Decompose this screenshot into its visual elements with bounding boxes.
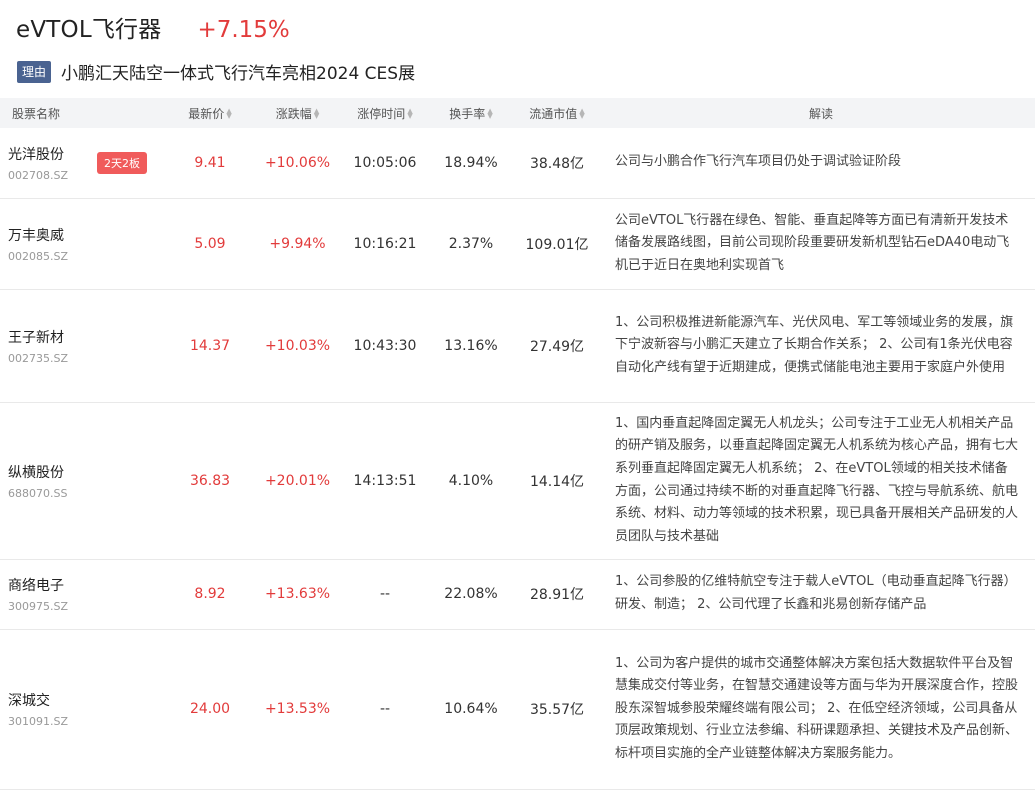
table-row[interactable]: 王子新材 002735.SZ 14.37 +10.03% 10:43:30 13… (0, 289, 1035, 402)
streak-badge: 2天2板 (97, 151, 147, 174)
desc-cell: 公司与小鹏合作飞行汽车项目仍处于调试验证阶段 (615, 154, 902, 170)
turnover-cell: 18.94% (444, 154, 498, 171)
stock-code: 002735.SZ (8, 351, 69, 365)
col-header-limit-time-label: 涨停时间 (357, 106, 406, 121)
mktcap-cell: 28.91亿 (529, 587, 585, 603)
turnover-cell: 13.16% (444, 337, 498, 354)
limit-time-cell: 10:43:30 (353, 337, 417, 354)
price-cell: 36.83 (189, 472, 231, 489)
price-cell: 9.41 (194, 154, 226, 171)
table-row[interactable]: 光洋股份 002708.SZ 2天2板 9.41 +10.06% 10:05:0… (0, 128, 1035, 198)
desc-cell: 公司eVTOL飞行器在绿色、智能、垂直起降等方面已有清新开发技术储备发展路线图，… (615, 212, 1010, 273)
stock-code: 300975.SZ (8, 600, 69, 613)
sort-icon: ▲ ▼ (313, 107, 320, 120)
stock-name[interactable]: 纵横股份 (8, 462, 160, 482)
col-header-pct-label: 涨跌幅 (275, 106, 312, 121)
col-header-limit-time[interactable]: 涨停时间 ▲ ▼ (335, 98, 435, 128)
mktcap-cell: 109.01亿 (525, 236, 589, 253)
mktcap-cell: 35.57亿 (529, 702, 585, 718)
desc-cell: 1、公司积极推进新能源汽车、光伏风电、军工等领域业务的发展，旗下宁波新容与小鹏汇… (615, 314, 1014, 375)
stock-name-cell: 王子新材 002735.SZ (0, 289, 160, 402)
sort-icon: ▲ ▼ (579, 107, 585, 120)
price-cell: 5.09 (194, 235, 226, 252)
table-row[interactable]: 纵横股份 688070.SS 36.83 +20.01% 14:13:51 4.… (0, 402, 1035, 559)
mktcap-cell: 14.14亿 (529, 473, 585, 490)
stock-name-cell: 纵横股份 688070.SS (0, 402, 160, 559)
pct-cell: +13.53% (264, 701, 331, 717)
stock-code: 002085.SZ (8, 249, 69, 263)
stock-name[interactable]: 深城交 (8, 690, 160, 710)
reason-row: 理由 小鹏汇天陆空一体式飞行汽车亮相2024 CES展 (17, 59, 415, 84)
col-header-mktcap-label: 流通市值 (529, 106, 578, 121)
col-header-name: 股票名称 (12, 106, 61, 121)
theme-title: eVTOL飞行器 (16, 17, 162, 43)
sort-icon: ▲ ▼ (407, 107, 413, 120)
pct-cell: +13.63% (264, 586, 331, 602)
table-header: 股票名称 最新价 ▲ ▼ 涨跌幅 ▲ ▼ 涨停时间 ▲ ▼ 换手率 ▲ ▼ 流通市值 ▲ ▼ 解读 (0, 98, 1035, 128)
stock-name[interactable]: 万丰奥威 (8, 225, 160, 245)
pct-cell: +10.03% (264, 337, 331, 354)
reason-tag: 理由 (17, 60, 51, 83)
stock-name-cell: 万丰奥威 002085.SZ (0, 198, 160, 289)
stock-name-cell: 商络电子 300975.SZ (0, 559, 160, 629)
stock-table: 股票名称 最新价 ▲ ▼ 涨跌幅 ▲ ▼ 涨停时间 ▲ ▼ 换手率 ▲ ▼ 流通市值 ▲ ▼ 解读 … (0, 98, 1035, 790)
col-header-turnover-label: 换手率 (449, 106, 486, 121)
table-row[interactable]: 商络电子 300975.SZ 8.92 +13.63% -- 22.08% 28… (0, 559, 1035, 629)
turnover-cell: 10.64% (444, 701, 498, 717)
turnover-cell: 22.08% (444, 586, 498, 602)
stock-name[interactable]: 商络电子 (8, 575, 160, 595)
sort-icon: ▲ ▼ (226, 107, 232, 120)
pct-cell: +20.01% (264, 472, 331, 489)
stock-code: 688070.SS (8, 486, 68, 500)
limit-time-cell: -- (379, 701, 391, 717)
table-row[interactable]: 深城交 301091.SZ 24.00 +13.53% -- 10.64% 35… (0, 629, 1035, 789)
limit-time-cell: -- (379, 586, 391, 602)
desc-cell: 1、公司为客户提供的城市交通整体解决方案包括大数据软件平台及智慧集成交付等业务，… (615, 655, 1019, 761)
theme-header: eVTOL飞行器 +7.15% 理由 小鹏汇天陆空一体式飞行汽车亮相2024 C… (0, 0, 1035, 98)
desc-cell: 1、国内垂直起降固定翼无人机龙头；公司专注于工业无人机相关产品的研产销及服务，以… (615, 415, 1019, 544)
turnover-cell: 4.10% (448, 472, 494, 489)
mktcap-cell: 27.49亿 (529, 338, 585, 355)
price-cell: 8.92 (194, 586, 226, 602)
theme-change: +7.15% (197, 17, 290, 43)
turnover-cell: 2.37% (448, 235, 494, 252)
col-header-turnover[interactable]: 换手率 ▲ ▼ (435, 98, 507, 128)
price-cell: 14.37 (189, 337, 231, 354)
stock-code: 301091.SZ (8, 715, 69, 728)
title-row: eVTOL飞行器 +7.15% (16, 10, 290, 44)
limit-time-cell: 10:05:06 (353, 154, 417, 171)
price-cell: 24.00 (189, 701, 231, 717)
col-header-mktcap[interactable]: 流通市值 ▲ ▼ (507, 98, 607, 128)
reason-text: 小鹏汇天陆空一体式飞行汽车亮相2024 CES展 (61, 64, 416, 84)
limit-time-cell: 14:13:51 (353, 472, 417, 489)
stock-name-cell: 光洋股份 002708.SZ 2天2板 (0, 128, 160, 198)
mktcap-cell: 38.48亿 (529, 155, 585, 172)
sort-icon: ▲ ▼ (487, 107, 493, 120)
col-header-price-label: 最新价 (188, 106, 225, 121)
limit-time-cell: 10:16:21 (353, 235, 417, 252)
pct-cell: +10.06% (264, 154, 331, 171)
desc-cell: 1、公司参股的亿维特航空专注于载人eVTOL（电动垂直起降飞行器）研发、制造； … (615, 574, 1017, 612)
pct-cell: +9.94% (269, 235, 326, 252)
stock-name-cell: 深城交 301091.SZ (0, 629, 160, 789)
stock-name[interactable]: 王子新材 (8, 327, 160, 347)
col-header-desc: 解读 (808, 106, 833, 121)
col-header-pct[interactable]: 涨跌幅 ▲ ▼ (260, 98, 335, 128)
col-header-price[interactable]: 最新价 ▲ ▼ (160, 98, 260, 128)
table-row[interactable]: 万丰奥威 002085.SZ 5.09 +9.94% 10:16:21 2.37… (0, 198, 1035, 289)
